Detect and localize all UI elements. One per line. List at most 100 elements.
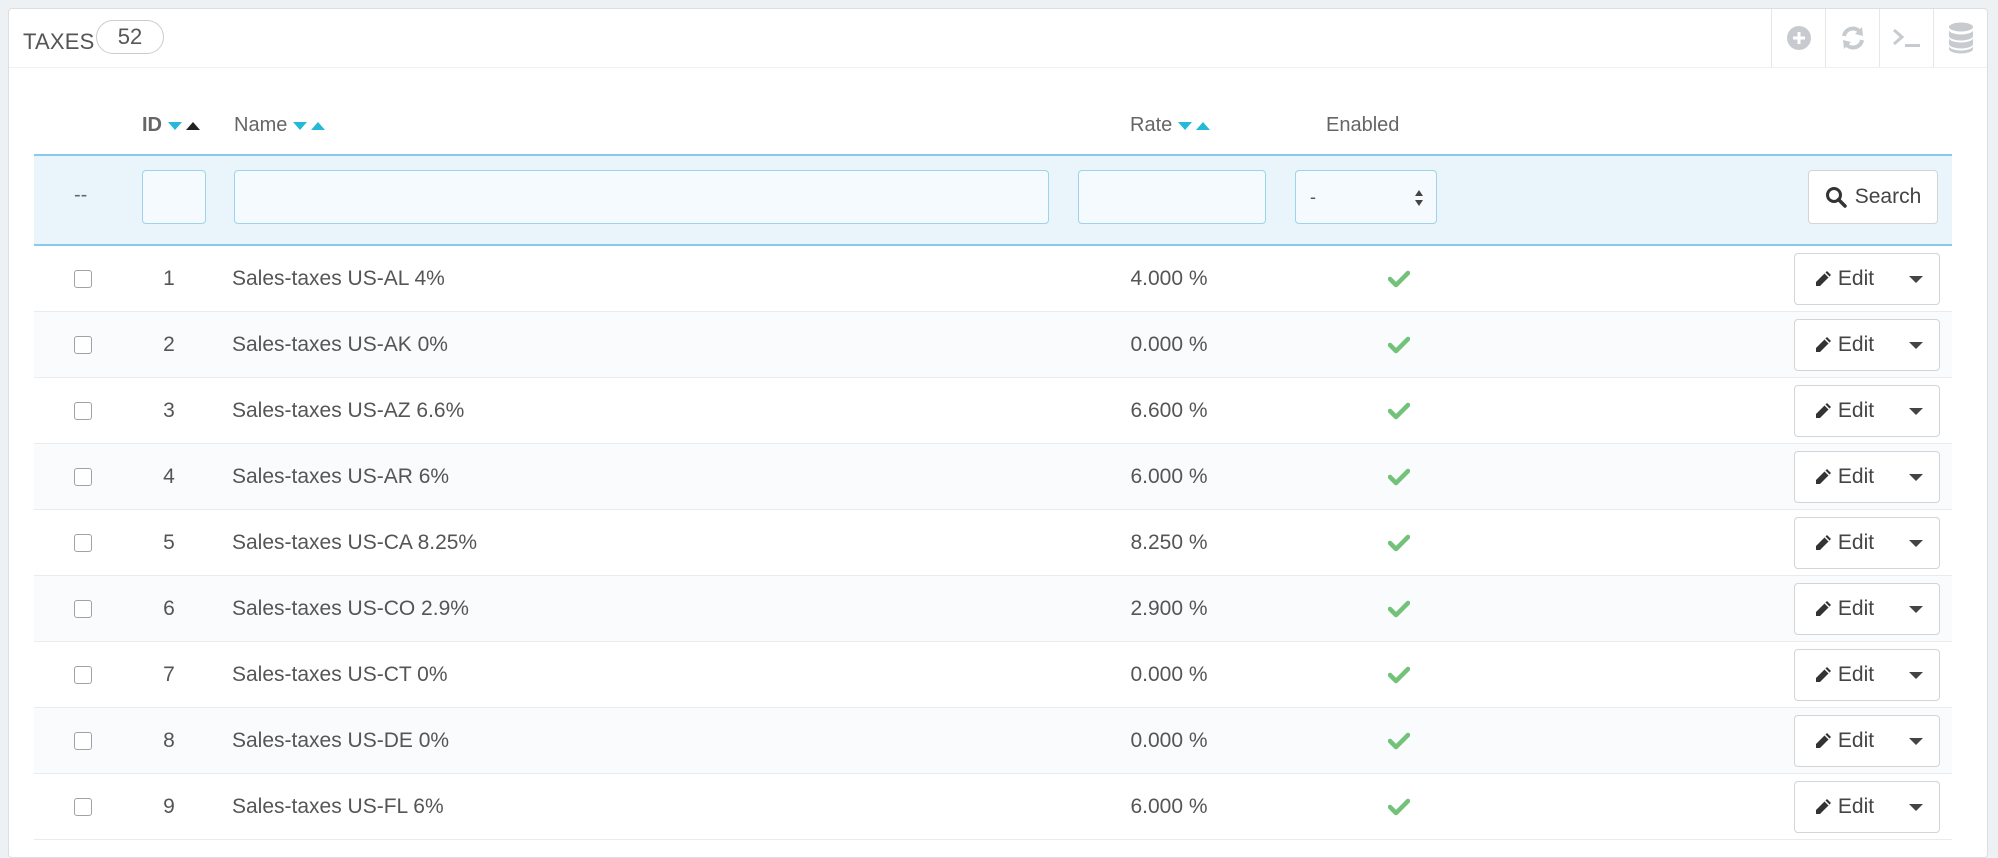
table-row: 2 Sales-taxes US-AK 0% 0.000 % Edit	[34, 312, 1952, 378]
cell-enabled[interactable]	[1364, 774, 1434, 840]
row-dropdown-toggle[interactable]	[1893, 650, 1939, 700]
sort-desc-icon[interactable]	[293, 121, 308, 131]
edit-button[interactable]: Edit	[1795, 650, 1893, 700]
check-icon	[1388, 732, 1410, 750]
row-checkbox[interactable]	[74, 468, 92, 486]
edit-label: Edit	[1837, 597, 1875, 620]
sort-asc-icon[interactable]	[1196, 121, 1211, 131]
edit-button[interactable]: Edit	[1795, 320, 1893, 370]
edit-button[interactable]: Edit	[1795, 782, 1893, 832]
column-label-name: Name	[234, 114, 288, 136]
count-badge: 52	[96, 20, 164, 54]
row-checkbox[interactable]	[74, 534, 92, 552]
row-actions: Edit	[1794, 583, 1940, 635]
column-header-rate: Rate	[1130, 114, 1211, 137]
cell-name: Sales-taxes US-FL 6%	[232, 795, 444, 818]
caret-down-icon	[1909, 341, 1923, 349]
edit-label: Edit	[1837, 795, 1875, 818]
edit-button[interactable]: Edit	[1795, 584, 1893, 634]
cell-rate: 0.000 %	[1130, 729, 1208, 752]
cell-enabled[interactable]	[1364, 642, 1434, 708]
row-dropdown-toggle[interactable]	[1893, 254, 1939, 304]
filter-row: -- - Search	[34, 154, 1952, 246]
sql-query-button[interactable]	[1879, 9, 1933, 67]
cell-id: 7	[163, 663, 175, 686]
pencil-icon	[1815, 667, 1831, 682]
search-button[interactable]: Search	[1808, 170, 1938, 224]
check-icon	[1388, 336, 1410, 354]
row-actions: Edit	[1794, 517, 1940, 569]
column-label-id: ID	[142, 114, 162, 136]
cell-name: Sales-taxes US-AR 6%	[232, 465, 450, 488]
check-icon	[1388, 600, 1410, 618]
edit-button[interactable]: Edit	[1795, 716, 1893, 766]
add-new-button[interactable]	[1771, 9, 1825, 67]
sort-desc-icon[interactable]	[1178, 121, 1193, 131]
column-label-rate: Rate	[1130, 114, 1173, 136]
cell-enabled[interactable]	[1364, 312, 1434, 378]
row-dropdown-toggle[interactable]	[1893, 386, 1939, 436]
edit-label: Edit	[1837, 399, 1875, 422]
edit-button[interactable]: Edit	[1795, 518, 1893, 568]
edit-button[interactable]: Edit	[1795, 452, 1893, 502]
sort-desc-icon[interactable]	[168, 121, 182, 131]
cell-enabled[interactable]	[1364, 708, 1434, 774]
cell-name: Sales-taxes US-CO 2.9%	[232, 597, 469, 620]
cell-name: Sales-taxes US-AZ 6.6%	[232, 399, 465, 422]
filter-name-input[interactable]	[234, 170, 1049, 224]
row-dropdown-toggle[interactable]	[1893, 716, 1939, 766]
filter-rate-input[interactable]	[1078, 170, 1266, 224]
row-checkbox[interactable]	[74, 336, 92, 354]
sort-asc-icon[interactable]	[186, 121, 200, 131]
cell-id: 3	[163, 399, 175, 422]
row-checkbox[interactable]	[74, 798, 92, 816]
column-header-id: ID	[142, 114, 200, 137]
taxes-table-body: 1 Sales-taxes US-AL 4% 4.000 % Edit 2 Sa…	[34, 246, 1952, 840]
panel-title: TAXES	[23, 29, 95, 54]
row-dropdown-toggle[interactable]	[1893, 518, 1939, 568]
edit-button[interactable]: Edit	[1795, 386, 1893, 436]
row-checkbox[interactable]	[74, 600, 92, 618]
row-checkbox[interactable]	[74, 402, 92, 420]
add-icon	[1786, 26, 1811, 50]
filter-id-input[interactable]	[142, 170, 206, 224]
edit-label: Edit	[1837, 267, 1875, 290]
cell-enabled[interactable]	[1364, 378, 1434, 444]
caret-down-icon	[1909, 473, 1923, 481]
row-dropdown-toggle[interactable]	[1893, 452, 1939, 502]
check-icon	[1388, 270, 1410, 288]
row-dropdown-toggle[interactable]	[1893, 782, 1939, 832]
filter-enabled-select[interactable]: -	[1295, 170, 1437, 224]
check-icon	[1388, 798, 1410, 816]
caret-down-icon	[1909, 407, 1923, 415]
row-actions: Edit	[1794, 451, 1940, 503]
cell-name: Sales-taxes US-AL 4%	[232, 267, 445, 290]
table-row: 4 Sales-taxes US-AR 6% 6.000 % Edit	[34, 444, 1952, 510]
cell-id: 5	[163, 531, 175, 554]
edit-button[interactable]: Edit	[1795, 254, 1893, 304]
cell-enabled[interactable]	[1364, 246, 1434, 312]
table-row: 1 Sales-taxes US-AL 4% 4.000 % Edit	[34, 246, 1952, 312]
refresh-button[interactable]	[1825, 9, 1879, 67]
edit-label: Edit	[1837, 663, 1875, 686]
caret-down-icon	[1909, 803, 1923, 811]
table-row: 3 Sales-taxes US-AZ 6.6% 6.600 % Edit	[34, 378, 1952, 444]
pencil-icon	[1815, 403, 1831, 418]
row-dropdown-toggle[interactable]	[1893, 320, 1939, 370]
cell-name: Sales-taxes US-AK 0%	[232, 333, 448, 356]
sort-asc-icon[interactable]	[311, 121, 326, 131]
cell-enabled[interactable]	[1364, 576, 1434, 642]
check-icon	[1388, 666, 1410, 684]
row-checkbox[interactable]	[74, 666, 92, 684]
pencil-icon	[1815, 271, 1831, 286]
database-icon	[1948, 22, 1973, 54]
row-dropdown-toggle[interactable]	[1893, 584, 1939, 634]
cell-name: Sales-taxes US-DE 0%	[232, 729, 450, 752]
pencil-icon	[1815, 469, 1831, 484]
row-checkbox[interactable]	[74, 732, 92, 750]
cell-enabled[interactable]	[1364, 510, 1434, 576]
export-button[interactable]	[1933, 9, 1987, 67]
row-checkbox[interactable]	[74, 270, 92, 288]
cell-enabled[interactable]	[1364, 444, 1434, 510]
pencil-icon	[1815, 535, 1831, 550]
